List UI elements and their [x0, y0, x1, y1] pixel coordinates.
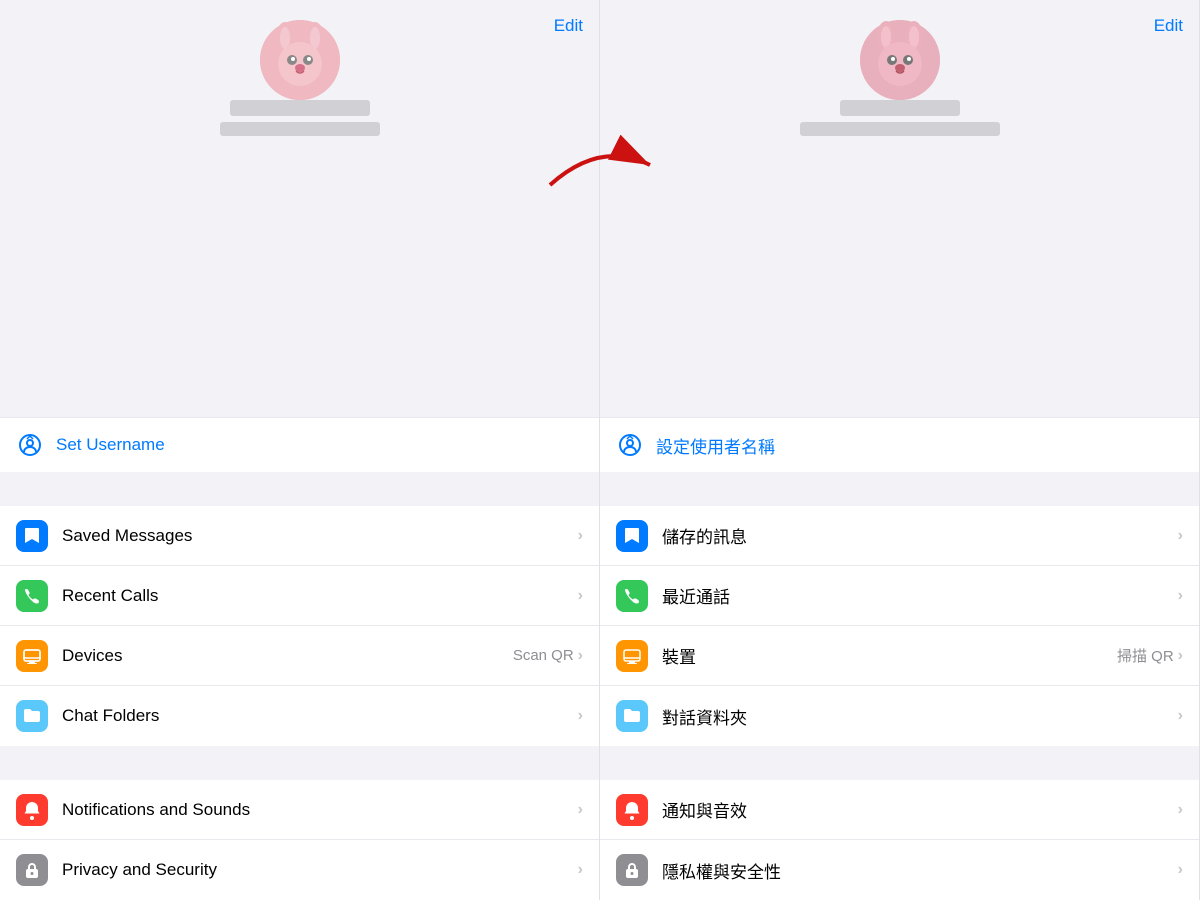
right-item-saved-messages[interactable]: 儲存的訊息 › — [600, 506, 1199, 566]
right-privacy-icon — [616, 854, 648, 886]
right-username-label: 設定使用者名稱 — [656, 433, 775, 458]
right-chat-folders-label: 對話資料夾 — [662, 704, 1178, 729]
right-item-privacy[interactable]: 隱私權與安全性 › — [600, 840, 1199, 900]
right-chat-folders-icon — [616, 700, 648, 732]
left-saved-messages-chevron: › — [578, 527, 583, 545]
left-devices-label: Devices — [62, 646, 513, 666]
right-panel: Edit — [600, 0, 1200, 900]
right-edit-button[interactable]: Edit — [1154, 16, 1183, 36]
right-devices-icon — [616, 640, 648, 672]
left-sep-1 — [0, 472, 599, 506]
right-sep-2 — [600, 746, 1199, 780]
left-username-row[interactable]: Set Username — [0, 417, 599, 472]
right-devices-chevron: › — [1178, 647, 1183, 665]
right-saved-messages-label: 儲存的訊息 — [662, 523, 1178, 548]
left-notifications-label: Notifications and Sounds — [62, 800, 578, 820]
right-item-devices[interactable]: 裝置 掃描 QR › — [600, 626, 1199, 686]
right-username-icon — [616, 431, 644, 459]
right-username-row[interactable]: 設定使用者名稱 — [600, 417, 1199, 472]
left-profile-name — [16, 100, 583, 136]
left-name-blur — [230, 100, 370, 116]
right-saved-messages-icon — [616, 520, 648, 552]
left-recent-calls-chevron: › — [578, 587, 583, 605]
right-notifications-label: 通知與音效 — [662, 797, 1178, 822]
left-settings-group-1: Saved Messages › Recent Calls › — [0, 506, 599, 746]
right-saved-messages-chevron: › — [1178, 527, 1183, 545]
left-privacy-chevron: › — [578, 861, 583, 879]
right-profile-name — [616, 100, 1183, 136]
right-devices-secondary: 掃描 QR — [1117, 645, 1174, 666]
left-devices-icon — [16, 640, 48, 672]
left-username-icon — [16, 431, 44, 459]
right-settings-group-2: 通知與音效 › 隱私權與安全性 › — [600, 780, 1199, 900]
right-sep-1 — [600, 472, 1199, 506]
right-privacy-chevron: › — [1178, 861, 1183, 879]
left-phone-blur — [220, 122, 380, 136]
left-recent-calls-label: Recent Calls — [62, 586, 578, 606]
right-item-notifications[interactable]: 通知與音效 › — [600, 780, 1199, 840]
left-item-chat-folders[interactable]: Chat Folders › — [0, 686, 599, 746]
right-chat-folders-chevron: › — [1178, 707, 1183, 725]
left-chat-folders-chevron: › — [578, 707, 583, 725]
right-privacy-label: 隱私權與安全性 — [662, 858, 1178, 883]
left-saved-messages-label: Saved Messages — [62, 526, 578, 546]
left-devices-secondary: Scan QR — [513, 647, 574, 664]
left-privacy-icon — [16, 854, 48, 886]
right-avatar — [860, 20, 940, 100]
left-item-privacy[interactable]: Privacy and Security › — [0, 840, 599, 900]
left-settings-group-2: Notifications and Sounds › Privacy and S… — [0, 780, 599, 900]
left-notifications-chevron: › — [578, 801, 583, 819]
right-notifications-icon — [616, 794, 648, 826]
left-devices-chevron: › — [578, 647, 583, 665]
left-chat-folders-icon — [16, 700, 48, 732]
left-item-devices[interactable]: Devices Scan QR › — [0, 626, 599, 686]
right-item-chat-folders[interactable]: 對話資料夾 › — [600, 686, 1199, 746]
left-item-recent-calls[interactable]: Recent Calls › — [0, 566, 599, 626]
left-item-notifications[interactable]: Notifications and Sounds › — [0, 780, 599, 840]
right-recent-calls-label: 最近通話 — [662, 583, 1178, 608]
right-notifications-chevron: › — [1178, 801, 1183, 819]
left-username-label: Set Username — [56, 435, 165, 455]
left-chat-folders-label: Chat Folders — [62, 706, 578, 726]
left-item-saved-messages[interactable]: Saved Messages › — [0, 506, 599, 566]
right-profile-section: Edit — [600, 0, 1199, 417]
left-avatar — [260, 20, 340, 100]
left-edit-button[interactable]: Edit — [554, 16, 583, 36]
right-item-recent-calls[interactable]: 最近通話 › — [600, 566, 1199, 626]
left-profile-section: Edit — [0, 0, 599, 417]
left-saved-messages-icon — [16, 520, 48, 552]
left-recent-calls-icon — [16, 580, 48, 612]
left-panel: Edit — [0, 0, 600, 900]
left-privacy-label: Privacy and Security — [62, 860, 578, 880]
right-recent-calls-chevron: › — [1178, 587, 1183, 605]
right-phone-blur — [800, 122, 1000, 136]
right-recent-calls-icon — [616, 580, 648, 612]
right-devices-label: 裝置 — [662, 643, 1117, 668]
right-settings-group-1: 儲存的訊息 › 最近通話 › 裝置 掃描 QR — [600, 506, 1199, 746]
right-name-blur — [840, 100, 960, 116]
left-notifications-icon — [16, 794, 48, 826]
left-sep-2 — [0, 746, 599, 780]
